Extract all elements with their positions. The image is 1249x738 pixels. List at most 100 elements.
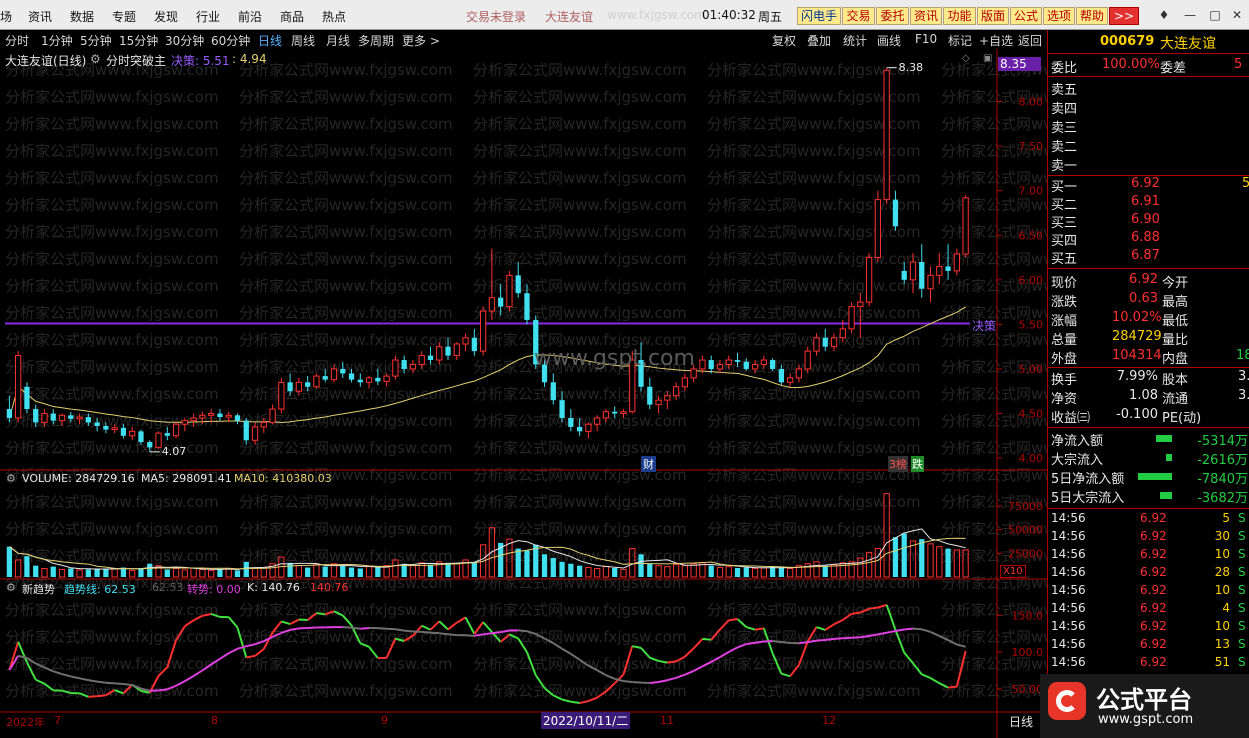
header-button-2[interactable]: 委托 xyxy=(876,7,909,25)
candle-body xyxy=(392,359,399,377)
period-tab-8[interactable]: 月线 xyxy=(326,32,350,49)
header-button-3[interactable]: 资讯 xyxy=(910,7,942,25)
period-tab-3[interactable]: 15分钟 xyxy=(119,32,158,49)
trend-tick-label: 100.0 xyxy=(1012,646,1044,659)
trend-line-segment xyxy=(728,646,738,653)
bg-watermark-text: 分析家公式网www.fxjgsw.com xyxy=(5,385,219,403)
period-tab-2[interactable]: 5分钟 xyxy=(80,32,112,49)
tool-button-7[interactable]: 返回 xyxy=(1018,32,1042,49)
period-tab-7[interactable]: 周线 xyxy=(291,32,315,49)
period-tab-1[interactable]: 1分钟 xyxy=(41,32,73,49)
header-button-7[interactable]: 选项 xyxy=(1043,7,1075,25)
trend-k-segment xyxy=(781,672,791,678)
menu-item-7[interactable]: 商品 xyxy=(280,8,304,25)
candle-body xyxy=(103,426,109,430)
volume-bar xyxy=(287,562,293,577)
candle-body xyxy=(208,413,215,416)
tick-time: 14:56 xyxy=(1051,601,1086,615)
minimize-icon[interactable]: — xyxy=(1182,8,1198,22)
header-button-5[interactable]: 版面 xyxy=(977,7,1009,25)
header-button-8[interactable]: 帮助 xyxy=(1076,7,1108,25)
period-tab-10[interactable]: 更多 > xyxy=(402,32,440,49)
header-button-9[interactable]: >> xyxy=(1109,7,1139,25)
maximize-icon[interactable]: □ xyxy=(1207,8,1223,22)
menu-item-0[interactable]: 场 xyxy=(0,8,12,25)
tool-button-5[interactable]: 标记 xyxy=(948,32,972,49)
tool-button-3[interactable]: 画线 xyxy=(877,32,901,49)
trend-line-segment xyxy=(667,676,677,682)
marker-down[interactable]: 跌 xyxy=(911,456,924,472)
period-tab-5[interactable]: 60分钟 xyxy=(211,32,250,49)
volume-bar xyxy=(927,543,934,578)
menu-item-8[interactable]: 热点 xyxy=(322,8,346,25)
bg-watermark-text: 分析家公式网www.fxjgsw.com xyxy=(239,331,453,349)
header-button-1[interactable]: 交易 xyxy=(842,7,875,25)
bg-watermark-text: 分析家公式网www.fxjgsw.com xyxy=(707,412,921,430)
settings-icon[interactable]: ⚙ xyxy=(90,52,101,66)
indicator-name[interactable]: 分时突破主 xyxy=(106,52,166,69)
candle-body xyxy=(94,422,100,426)
settings-icon-volume[interactable]: ⚙ xyxy=(6,472,16,485)
period-tab-9[interactable]: 多周期 xyxy=(358,32,394,49)
tick-price: 6.92 xyxy=(1140,529,1167,543)
period-label[interactable]: 日线 xyxy=(1009,713,1033,730)
candle-body xyxy=(155,432,162,448)
menu-item-1[interactable]: 资讯 xyxy=(28,8,52,25)
flow-value: -2616万 xyxy=(1197,453,1248,468)
candle-body xyxy=(620,411,627,415)
tool-button-1[interactable]: 叠加 xyxy=(807,32,831,49)
tool-button-6[interactable]: +自选 xyxy=(979,32,1013,49)
volume-bar xyxy=(822,565,828,577)
settings-icon-trend[interactable]: ⚙ xyxy=(6,581,16,594)
header-button-6[interactable]: 公式 xyxy=(1010,7,1042,25)
tick-volume: 5 xyxy=(1222,511,1230,525)
bg-watermark-text: 分析家公式网www.fxjgsw.com xyxy=(473,169,687,187)
close-icon[interactable]: ✕ xyxy=(1229,8,1245,22)
tool-button-0[interactable]: 复权 xyxy=(772,32,796,49)
marker-list[interactable]: 3榜 xyxy=(888,456,908,472)
menu-item-5[interactable]: 行业 xyxy=(196,8,220,25)
menu-item-6[interactable]: 前沿 xyxy=(238,8,262,25)
stat-value: 0.63 xyxy=(1129,291,1158,306)
trend-line-segment xyxy=(377,627,387,630)
period-tab-0[interactable]: 分时 xyxy=(5,32,29,49)
skin-icon[interactable]: ♦ xyxy=(1156,8,1172,22)
menu-item-3[interactable]: 专题 xyxy=(112,8,136,25)
bg-watermark-text: 分析家公式网www.fxjgsw.com xyxy=(941,466,1047,484)
price-tick-label: 5.00 xyxy=(1019,363,1044,376)
diamond-icon[interactable]: ◇ xyxy=(962,53,970,64)
buy-price: 6.90 xyxy=(1131,212,1160,227)
bg-watermark-text: 分析家公式网www.fxjgsw.com xyxy=(239,682,453,700)
chart-area[interactable]: 分析家公式网www.fxjgsw.com 分析家公式网www.fxjgsw.com… xyxy=(0,49,1047,738)
menu-item-2[interactable]: 数据 xyxy=(70,8,94,25)
volume-bar xyxy=(24,556,30,577)
bg-watermark-text: 分析家公式网www.fxjgsw.com xyxy=(239,223,453,241)
tick-side: S xyxy=(1238,511,1246,525)
period-tab-6[interactable]: 日线 xyxy=(258,32,282,49)
tick-time: 14:56 xyxy=(1051,547,1086,561)
trend-line-segment xyxy=(912,627,922,631)
volume-unit: X10 xyxy=(1000,565,1026,578)
candle-body xyxy=(883,69,890,201)
sell-row-0: 卖五 xyxy=(1048,79,1249,98)
sell-label: 卖一 xyxy=(1051,159,1078,174)
trend-line-segment xyxy=(482,632,493,636)
trend-line-segment xyxy=(123,683,133,687)
trend-k-segment xyxy=(227,616,239,629)
price-tick-label: 6.00 xyxy=(1019,274,1044,287)
tool-button-4[interactable]: F10 xyxy=(915,32,937,46)
kline-chart[interactable]: 分析家公式网www.fxjgsw.com 分析家公式网www.fxjgsw.com… xyxy=(0,49,1047,738)
header-button-0[interactable]: 闪电手 xyxy=(797,7,841,25)
tool-button-2[interactable]: 统计 xyxy=(843,32,867,49)
panel-toggle-icon[interactable]: ▣ xyxy=(983,53,992,64)
marker-finance[interactable]: 财 xyxy=(641,456,656,472)
trend-line-segment xyxy=(921,628,931,633)
menu-item-4[interactable]: 发现 xyxy=(154,8,178,25)
weibi-value: 100.00% xyxy=(1102,57,1160,72)
volume-bar xyxy=(445,562,451,577)
indicator-value2: : 4.94 xyxy=(232,52,267,66)
header-button-4[interactable]: 功能 xyxy=(943,7,976,25)
trend-line-segment xyxy=(781,641,791,645)
candle-body xyxy=(945,266,951,271)
period-tab-4[interactable]: 30分钟 xyxy=(165,32,204,49)
